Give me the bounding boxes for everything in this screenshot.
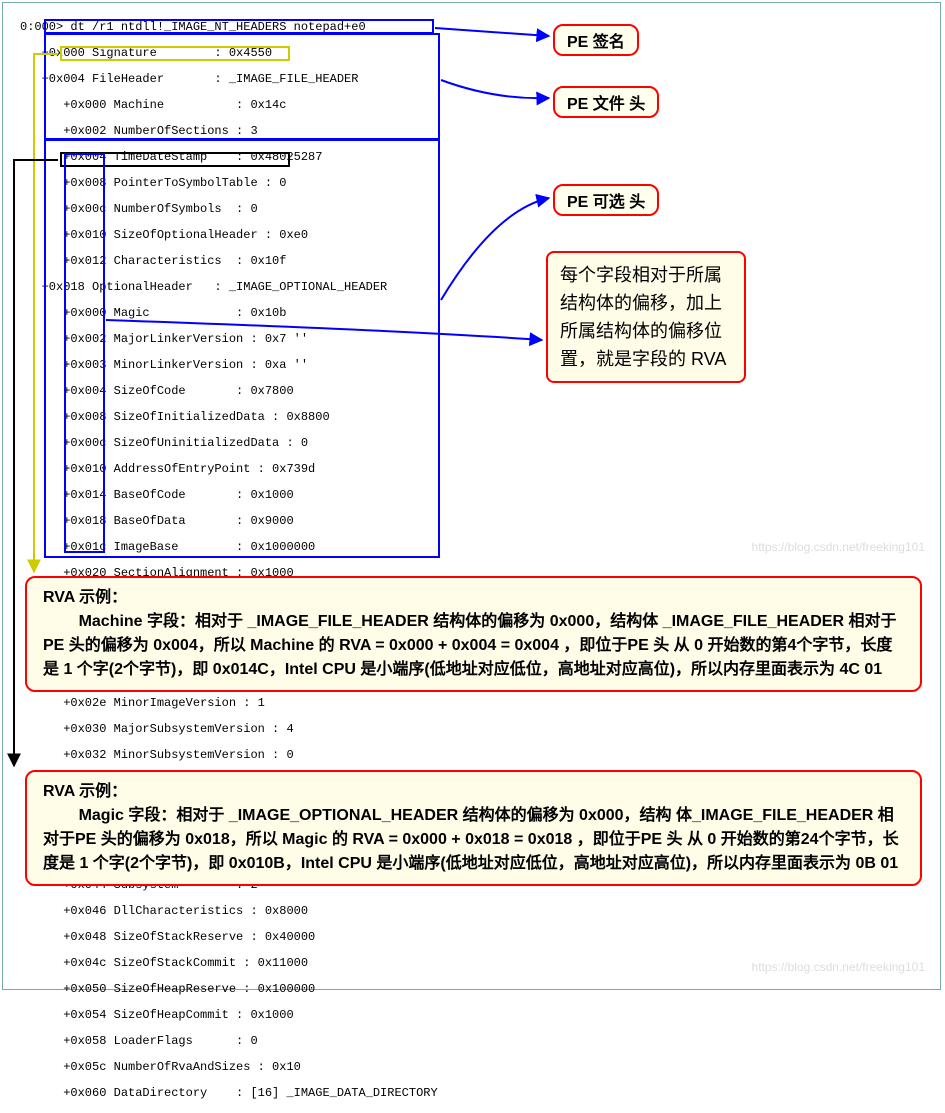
- code-line: +0x060 DataDirectory : [16] _IMAGE_DATA_…: [20, 1087, 438, 1100]
- code-line: +0x04c SizeOfStackCommit : 0x11000: [20, 957, 438, 970]
- callout-optional-header: PE 可选 头: [553, 184, 659, 216]
- offset-explanation: 每个字段相对于所属结构体的偏移，加上所属结构体的偏移位置，就是字段的 RVA: [546, 251, 746, 383]
- offset-explanation-text: 每个字段相对于所属结构体的偏移，加上所属结构体的偏移位置，就是字段的 RVA: [560, 265, 726, 369]
- code-line: +0x054 SizeOfHeapCommit : 0x1000: [20, 1009, 438, 1022]
- code-line: +0x02e MinorImageVersion : 1: [20, 697, 438, 710]
- code-line: +0x05c NumberOfRvaAndSizes : 0x10: [20, 1061, 438, 1074]
- example-body: Magic 字段：相对于 _IMAGE_OPTIONAL_HEADER 结构体的…: [43, 807, 899, 872]
- example-body: Machine 字段：相对于 _IMAGE_FILE_HEADER 结构体的偏移…: [43, 613, 896, 678]
- machine-frame: [60, 46, 290, 61]
- callout-signature: PE 签名: [553, 24, 639, 56]
- example-title: RVA 示例：: [43, 783, 127, 800]
- code-line: +0x050 SizeOfHeapReserve : 0x100000: [20, 983, 438, 996]
- offset-vert-frame: [64, 153, 105, 553]
- example-machine: RVA 示例： Machine 字段：相对于 _IMAGE_FILE_HEADE…: [25, 576, 922, 692]
- callout-file-header: PE 文件 头: [553, 86, 659, 118]
- watermark: https://blog.csdn.net/freeking101: [752, 960, 925, 974]
- watermark: https://blog.csdn.net/freeking101: [752, 540, 925, 554]
- code-line: +0x048 SizeOfStackReserve : 0x40000: [20, 931, 438, 944]
- code-line: +0x030 MajorSubsystemVersion : 4: [20, 723, 438, 736]
- code-line: +0x032 MinorSubsystemVersion : 0: [20, 749, 438, 762]
- example-magic: RVA 示例： Magic 字段：相对于 _IMAGE_OPTIONAL_HEA…: [25, 770, 922, 886]
- example-title: RVA 示例：: [43, 589, 127, 606]
- signature-frame: [44, 19, 434, 34]
- code-line: +0x058 LoaderFlags : 0: [20, 1035, 438, 1048]
- code-line: +0x046 DllCharacteristics : 0x8000: [20, 905, 438, 918]
